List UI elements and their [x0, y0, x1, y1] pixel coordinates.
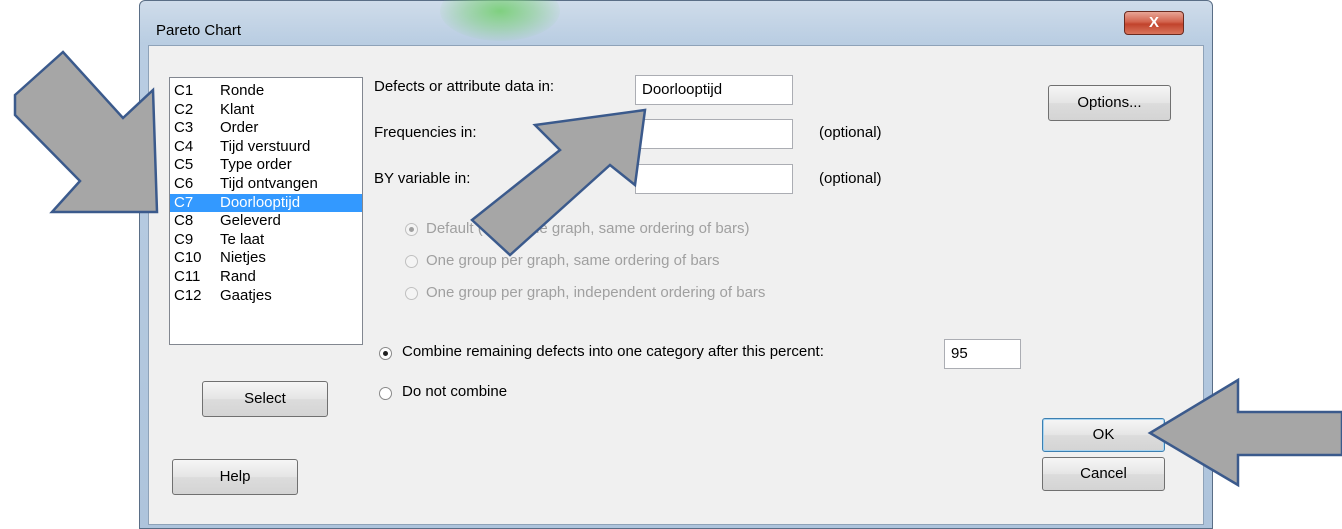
right-annotation-arrow [1147, 377, 1342, 488]
annotation-arrows [13, 50, 1342, 488]
left-annotation-arrow [13, 50, 159, 214]
middle-annotation-arrow [470, 108, 647, 257]
